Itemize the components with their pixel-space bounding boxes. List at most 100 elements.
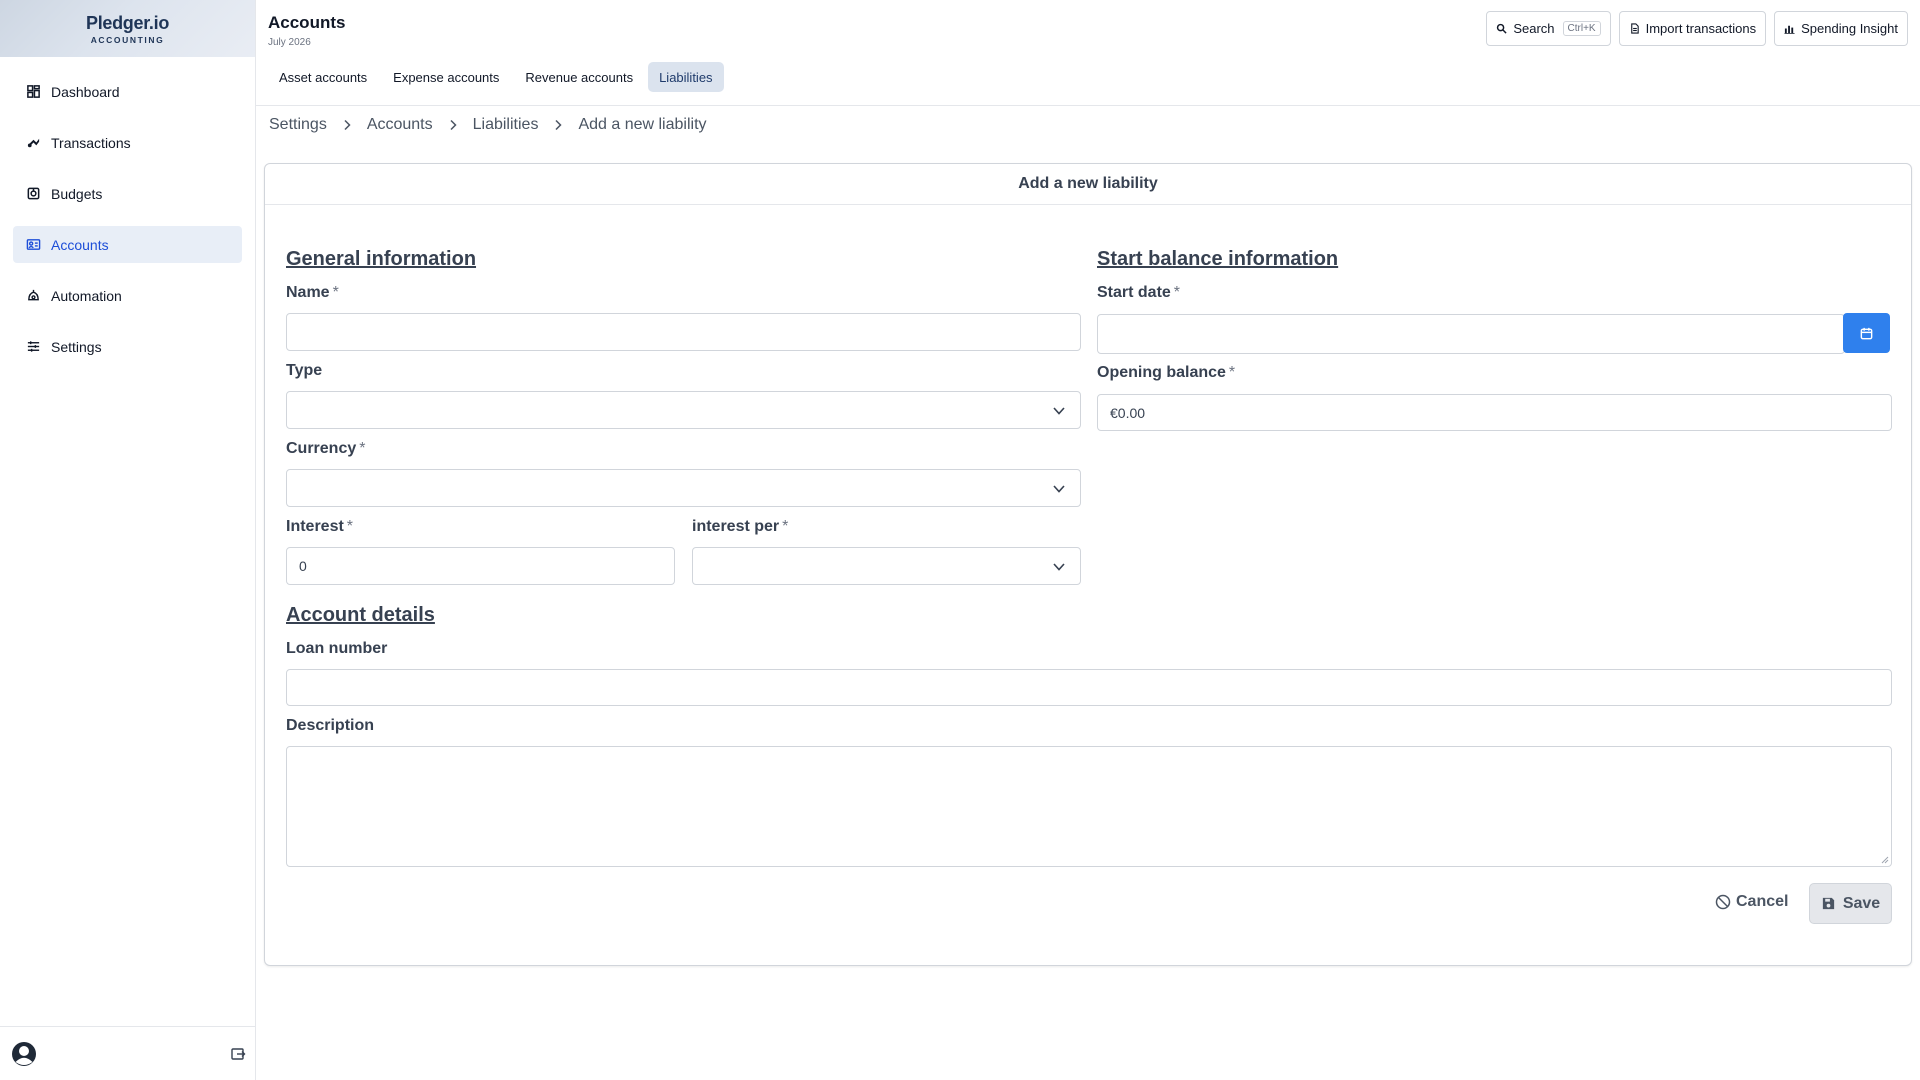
breadcrumb-accounts[interactable]: Accounts: [367, 116, 433, 134]
avatar-icon[interactable]: [11, 1041, 37, 1067]
page-subtitle: July 2026: [268, 37, 311, 48]
chevron-right-icon: [344, 119, 351, 131]
sidebar-item-transactions[interactable]: Transactions: [13, 124, 242, 161]
automation-icon: [28, 289, 39, 301]
breadcrumb-liabilities[interactable]: Liabilities: [473, 116, 539, 134]
brand-subtitle: ACCOUNTING: [90, 34, 165, 45]
required-mark: *: [346, 518, 354, 535]
search-icon: [1497, 23, 1507, 34]
search-button[interactable]: Search Ctrl+K: [1486, 11, 1611, 46]
chevron-right-icon: [450, 119, 457, 131]
required-mark: *: [332, 284, 339, 301]
sidebar-item-accounts[interactable]: Accounts: [13, 226, 242, 263]
cancel-button[interactable]: Cancel: [1715, 893, 1788, 911]
sidebar-item-dashboard[interactable]: Dashboard: [13, 73, 242, 110]
sidebar-item-label: Automation: [51, 287, 122, 304]
interest-label: Interest *: [286, 518, 353, 536]
search-label: Search: [1513, 21, 1555, 36]
required-mark: *: [782, 518, 789, 535]
general-information-heading: General information: [286, 248, 477, 270]
transactions-icon: [27, 138, 40, 148]
accounts-icon: [26, 239, 41, 250]
interest-label-text: Interest: [286, 518, 344, 535]
breadcrumb-current: Add a new liability: [578, 116, 707, 133]
required-mark: *: [1228, 364, 1236, 381]
ban-icon: [1715, 894, 1731, 910]
import-label: Import transactions: [1645, 21, 1757, 36]
required-mark: *: [359, 440, 366, 457]
start-date-label: Start date *: [1097, 284, 1180, 302]
start-balance-heading: Start balance information: [1097, 248, 1339, 270]
sidebar-item-budgets[interactable]: Budgets: [13, 175, 242, 212]
name-input[interactable]: [286, 313, 1081, 351]
sidebar-nav: Dashboard Transactions Budgets Accounts …: [0, 57, 255, 365]
interest-per-select[interactable]: [692, 547, 1081, 585]
sidebar-item-label: Transactions: [51, 134, 131, 151]
spending-insight-button[interactable]: Spending Insight: [1774, 11, 1908, 46]
type-select[interactable]: [286, 391, 1081, 429]
header-actions: Search Ctrl+K Import transactions Spendi…: [1486, 11, 1908, 46]
liability-form-card: Add a new liability General information …: [264, 163, 1912, 966]
card-title: Add a new liability: [265, 164, 1911, 205]
account-details-heading: Account details: [286, 604, 435, 626]
breadcrumb: Settings Accounts Liabilities Add a new …: [269, 116, 707, 134]
currency-select[interactable]: [286, 469, 1081, 507]
opening-balance-label: Opening balance *: [1097, 364, 1235, 382]
dashboard-icon: [27, 85, 40, 98]
settings-icon: [27, 341, 40, 352]
chevron-down-icon: [1053, 563, 1065, 571]
sidebar-item-label: Dashboard: [51, 83, 120, 100]
tab-asset-accounts[interactable]: Asset accounts: [268, 62, 378, 92]
required-mark: *: [1173, 284, 1181, 301]
chevron-down-icon: [1053, 485, 1065, 493]
calendar-icon: [1860, 327, 1873, 339]
sidebar-item-label: Accounts: [51, 236, 109, 253]
start-date-input[interactable]: [1097, 314, 1845, 354]
interest-input[interactable]: 0: [286, 547, 675, 585]
sidebar-item-label: Settings: [51, 338, 102, 355]
name-label-text: Name: [286, 284, 330, 301]
opening-balance-label-text: Opening balance: [1097, 364, 1226, 381]
resize-grip-icon[interactable]: [1881, 856, 1889, 864]
sidebar-item-label: Budgets: [51, 185, 103, 202]
save-label: Save: [1842, 894, 1881, 912]
loan-number-label: Loan number: [286, 640, 388, 657]
sidebar-footer: [0, 1026, 255, 1080]
date-picker-button[interactable]: [1843, 313, 1890, 353]
tab-liabilities[interactable]: Liabilities: [648, 62, 724, 92]
interest-per-label-text: interest per: [692, 518, 780, 535]
collapse-sidebar-icon[interactable]: [230, 1046, 246, 1062]
page-title: Accounts: [268, 13, 346, 32]
floppy-disk-icon: [1822, 897, 1834, 910]
page-header: Accounts July 2026 Search Ctrl+K Import …: [256, 0, 1920, 106]
account-tabs: Asset accounts Expense accounts Revenue …: [268, 62, 724, 92]
description-textarea[interactable]: [286, 746, 1892, 867]
currency-label-text: Currency: [286, 440, 357, 457]
interest-per-label: interest per *: [692, 518, 788, 536]
opening-balance-input[interactable]: €0.00: [1097, 394, 1892, 431]
sidebar-item-automation[interactable]: Automation: [13, 277, 242, 314]
cancel-label: Cancel: [1736, 893, 1789, 910]
tab-expense-accounts[interactable]: Expense accounts: [382, 62, 510, 92]
brand-logo[interactable]: Pledger.io ACCOUNTING: [0, 0, 255, 57]
currency-label: Currency *: [286, 440, 365, 458]
description-label: Description: [286, 717, 375, 734]
file-icon: [1630, 23, 1639, 34]
import-transactions-button[interactable]: Import transactions: [1618, 11, 1767, 46]
chart-icon: [1784, 25, 1795, 34]
loan-number-input[interactable]: [286, 669, 1892, 706]
brand-name: Pledger.io: [85, 12, 170, 33]
budgets-icon: [27, 187, 40, 200]
type-label: Type: [286, 362, 323, 379]
sidebar: Pledger.io ACCOUNTING Dashboard Transact…: [0, 0, 256, 1080]
insight-label: Spending Insight: [1801, 21, 1898, 36]
name-label: Name *: [286, 284, 339, 302]
tab-revenue-accounts[interactable]: Revenue accounts: [514, 62, 644, 92]
save-button[interactable]: Save: [1809, 883, 1892, 924]
breadcrumb-settings[interactable]: Settings: [269, 116, 327, 134]
search-shortcut: Ctrl+K: [1562, 21, 1601, 36]
sidebar-item-settings[interactable]: Settings: [13, 328, 242, 365]
start-date-label-text: Start date: [1097, 284, 1171, 301]
chevron-down-icon: [1053, 407, 1065, 415]
chevron-right-icon: [555, 119, 562, 131]
